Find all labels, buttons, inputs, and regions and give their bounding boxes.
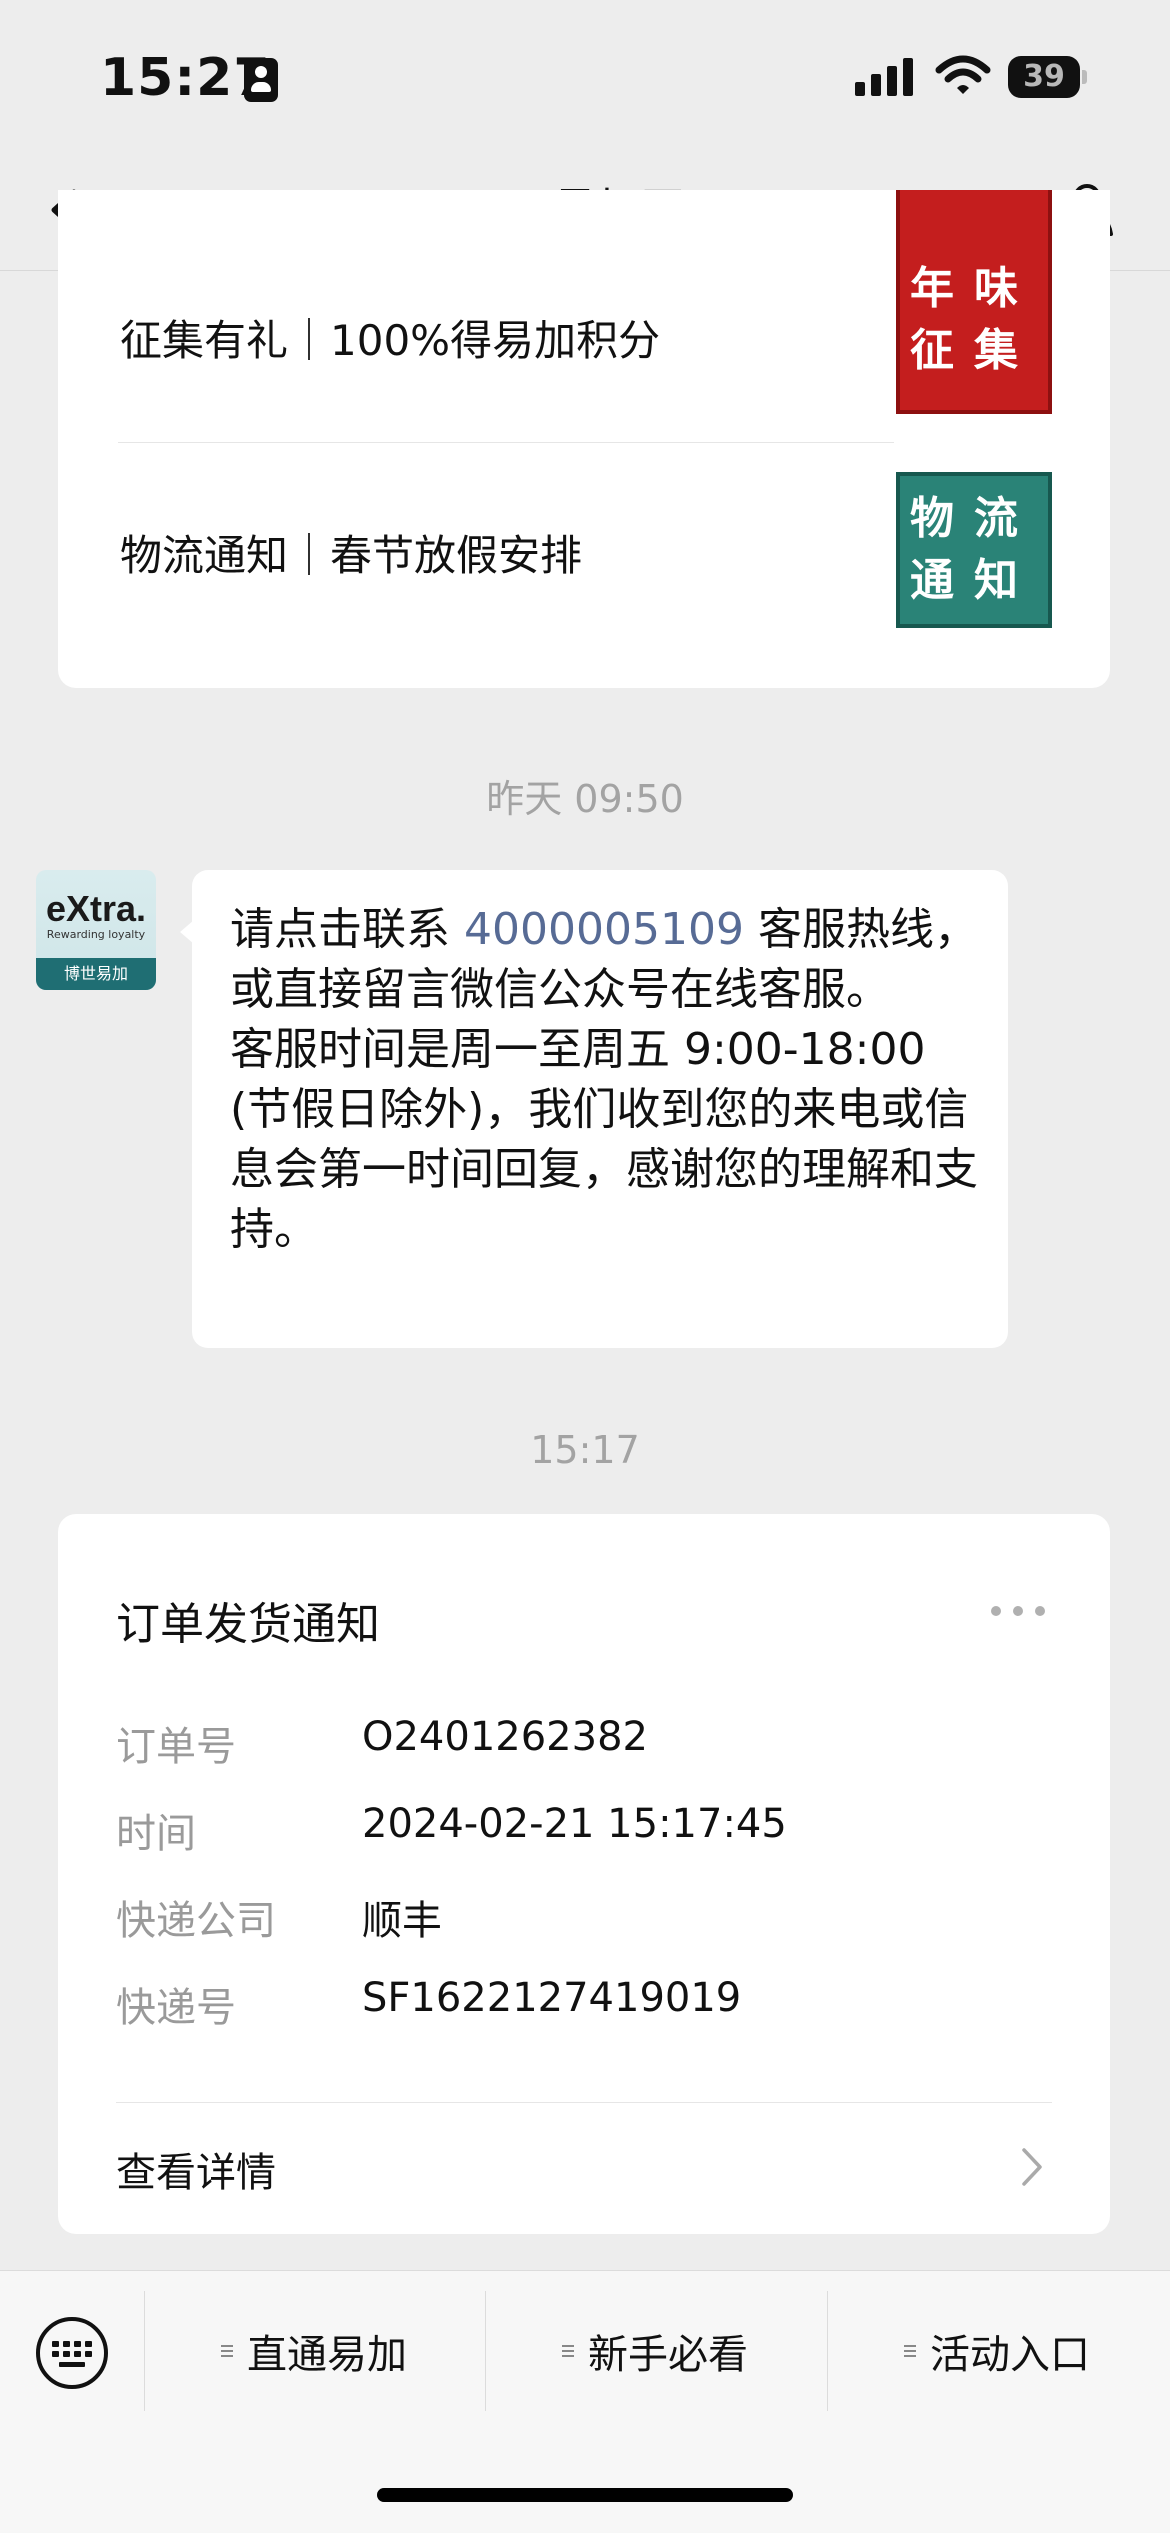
time-value: 2024-02-21 15:17:45	[362, 1801, 787, 1847]
courier-value: 顺丰	[362, 1898, 442, 1944]
courier-label: 快递公司	[116, 1898, 276, 1944]
article-title-1[interactable]: 征集有礼｜100%得易加积分	[120, 307, 660, 368]
menu-item-label: 活动入口	[930, 2332, 1090, 2378]
order-number-label: 订单号	[116, 1724, 236, 1770]
timestamp: 昨天 09:50	[486, 777, 684, 821]
article-card: 征集有礼｜100%得易加积分 物流通知｜春节放假安排 年味 征集 物流 通知	[58, 190, 1110, 688]
status-bar: 15:27 39	[0, 0, 1170, 150]
message-bubble: 请点击联系 4000005109 客服热线，或直接留言微信公众号在线客服。 客服…	[192, 870, 1008, 1348]
divider	[116, 2102, 1052, 2103]
order-notification-card[interactable]: 订单发货通知 订单号 O2401262382 时间 2024-02-21 15:…	[58, 1514, 1110, 2234]
tracking-label: 快递号	[116, 1985, 236, 2031]
brand-tagline: Rewarding loyalty	[46, 928, 146, 941]
menu-item-label: 直通易加	[247, 2332, 407, 2378]
card-title: 订单发货通知	[116, 1599, 380, 1650]
menu-item-activity[interactable]: 活动入口	[827, 2291, 1167, 2411]
battery-icon: 39	[1008, 56, 1087, 98]
message-text: 请点击联系 4000005109 客服热线，或直接留言微信公众号在线客服。 客服…	[230, 904, 978, 1255]
order-number-value: O2401262382	[362, 1714, 648, 1760]
more-options-icon[interactable]	[988, 1604, 1048, 1618]
battery-level: 39	[1023, 59, 1065, 94]
article-thumbnail-1[interactable]: 年味 征集	[896, 190, 1052, 414]
id-card-icon	[244, 58, 278, 102]
home-indicator[interactable]	[377, 2488, 793, 2502]
menu-item-zhitong[interactable]: 直通易加	[144, 2291, 484, 2411]
menu-list-icon	[562, 2345, 574, 2357]
view-details-link[interactable]: 查看详情	[116, 2140, 276, 2198]
phone-link[interactable]: 4000005109	[464, 904, 744, 955]
menu-list-icon	[904, 2345, 916, 2357]
article-title-2[interactable]: 物流通知｜春节放假安排	[120, 522, 582, 583]
menu-item-newbie[interactable]: 新手必看	[485, 2291, 825, 2411]
tracking-value: SF1622127419019	[362, 1975, 742, 2021]
keyboard-icon[interactable]	[34, 2315, 110, 2391]
wifi-icon	[935, 55, 991, 94]
brand-logo: eXtra.	[45, 888, 147, 929]
divider	[118, 442, 894, 443]
avatar[interactable]: eXtra. Rewarding loyalty 博世易加	[36, 870, 156, 990]
menu-item-label: 新手必看	[588, 2332, 748, 2378]
brand-band: 博世易加	[36, 958, 156, 990]
menu-list-icon	[221, 2345, 233, 2357]
timestamp: 15:17	[530, 1428, 640, 1472]
cellular-signal-icon	[855, 58, 913, 96]
time-label: 时间	[116, 1811, 196, 1857]
article-thumbnail-2[interactable]: 物流 通知	[896, 472, 1052, 628]
chevron-right-icon	[1022, 2148, 1042, 2186]
